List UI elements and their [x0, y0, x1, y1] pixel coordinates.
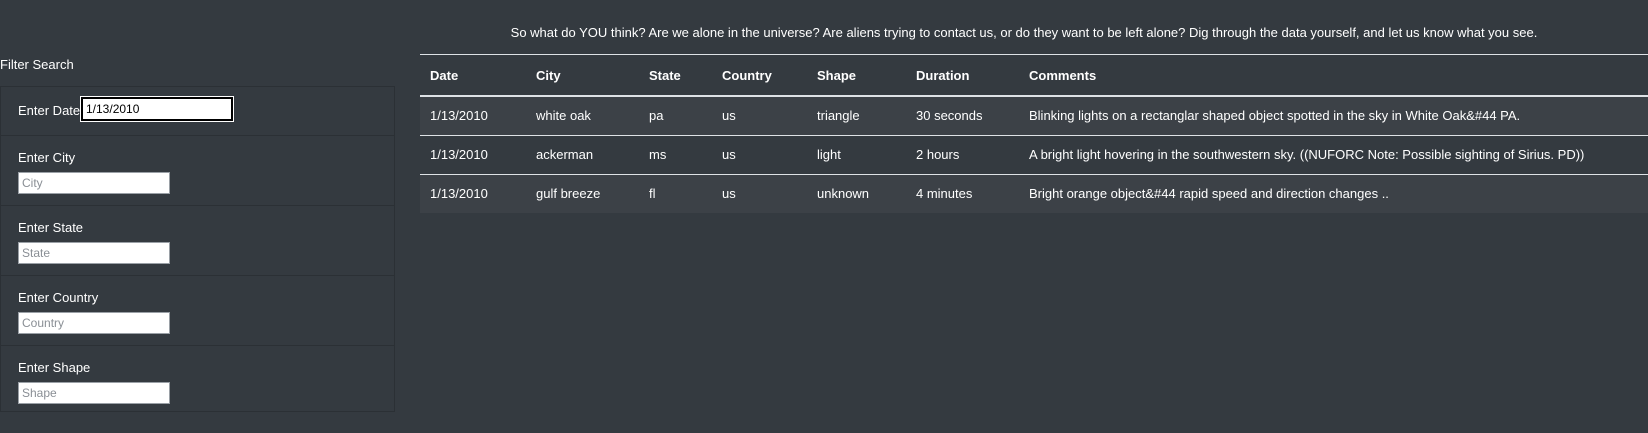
cell-date: 1/13/2010 — [430, 108, 488, 124]
column-header-duration: Duration — [916, 67, 970, 83]
country-label: Enter Country — [18, 290, 99, 305]
column-header-city: City — [536, 67, 561, 83]
filter-group-country: Enter Country — [1, 276, 394, 346]
cell-comments: Blinking lights on a rectanglar shaped o… — [1029, 108, 1521, 124]
date-input[interactable] — [81, 97, 233, 121]
shape-input[interactable] — [18, 382, 170, 404]
cell-country: us — [722, 147, 736, 162]
table-header-row: Date City State Country Shape Duration C… — [420, 54, 1648, 96]
column-header-state: State — [649, 67, 681, 83]
ufo-sightings-table: Date City State Country Shape Duration C… — [420, 54, 1648, 213]
filter-group-state: Enter State — [1, 206, 394, 276]
cell-city: white oak — [536, 108, 591, 124]
intro-text: So what do YOU think? Are we alone in th… — [510, 25, 1538, 40]
cell-state: pa — [649, 108, 664, 124]
state-input[interactable] — [18, 242, 170, 264]
cell-country: us — [722, 186, 736, 202]
column-header-shape: Shape — [817, 67, 857, 83]
city-label: Enter City — [18, 150, 76, 165]
cell-shape: triangle — [817, 108, 860, 124]
shape-label: Enter Shape — [18, 360, 91, 375]
state-label: Enter State — [18, 220, 84, 235]
cell-shape: unknown — [817, 186, 870, 202]
cell-state: ms — [649, 147, 667, 162]
cell-duration: 4 minutes — [916, 186, 973, 202]
table-row: 1/13/2010 gulf breeze fl us unknown 4 mi… — [420, 174, 1648, 213]
filter-group-shape: Enter Shape — [1, 346, 394, 416]
cell-date: 1/13/2010 — [430, 147, 488, 162]
cell-comments: A bright light hovering in the southwest… — [1029, 147, 1585, 162]
table-row: 1/13/2010 white oak pa us triangle 30 se… — [420, 96, 1648, 135]
cell-duration: 2 hours — [916, 147, 960, 162]
filter-panel: Enter Date Enter City Enter State Enter … — [0, 86, 395, 412]
column-header-comments: Comments — [1029, 67, 1097, 83]
cell-comments: Bright orange object&#44 rapid speed and… — [1029, 186, 1389, 202]
table-row: 1/13/2010 ackerman ms us light 2 hours A… — [420, 135, 1648, 174]
cell-shape: light — [817, 147, 841, 162]
cell-country: us — [722, 108, 736, 124]
filter-group-date: Enter Date — [1, 87, 394, 136]
cell-duration: 30 seconds — [916, 108, 983, 124]
column-header-date: Date — [430, 67, 459, 83]
city-input[interactable] — [18, 172, 170, 194]
date-label: Enter Date — [18, 103, 81, 118]
cell-date: 1/13/2010 — [430, 186, 488, 202]
cell-city: gulf breeze — [536, 186, 601, 202]
filter-group-city: Enter City — [1, 136, 394, 206]
cell-state: fl — [649, 186, 656, 202]
cell-city: ackerman — [536, 147, 594, 162]
filter-search-title: Filter Search — [0, 57, 74, 72]
ufo-table-container: Date City State Country Shape Duration C… — [420, 54, 1648, 213]
column-header-country: Country — [722, 67, 772, 83]
country-input[interactable] — [18, 312, 170, 334]
